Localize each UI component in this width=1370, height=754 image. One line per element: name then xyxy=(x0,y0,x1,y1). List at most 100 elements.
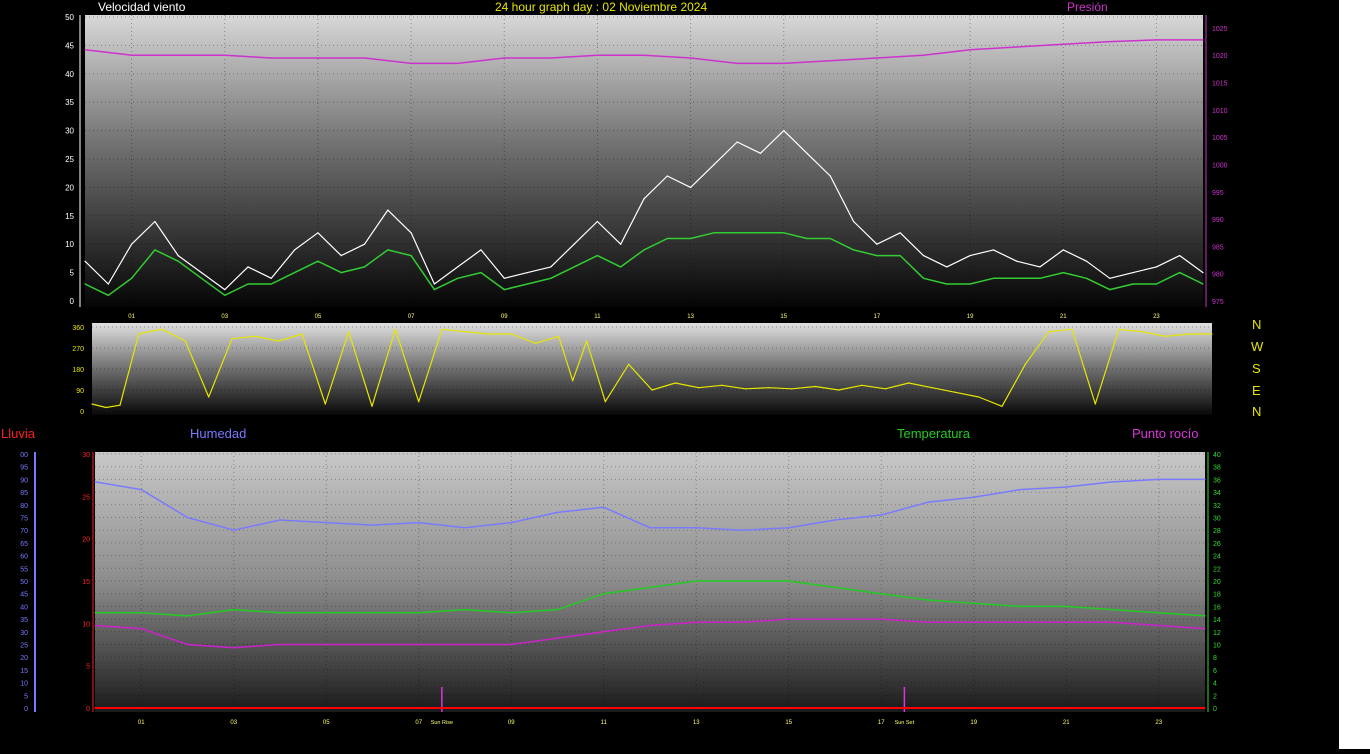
pressure-line-point xyxy=(643,54,645,56)
wind-direction-line-point xyxy=(931,387,933,389)
pressure-tick-label: 995 xyxy=(1212,190,1224,197)
wind-speed-line-point xyxy=(84,260,86,262)
wind-speed-line-point xyxy=(899,232,901,234)
wind-speed-line-point xyxy=(666,175,668,177)
pressure-tick-label: 1015 xyxy=(1212,81,1228,88)
dewpoint-title: Punto rocío xyxy=(1132,426,1199,441)
wind-direction-line-point xyxy=(698,387,700,389)
dewpoint-line-point xyxy=(926,621,929,623)
temperature-line-point xyxy=(834,586,836,589)
wind-direction-line-point xyxy=(278,340,280,342)
sunset-label: Sun Set xyxy=(895,720,915,726)
wind-hour-tick-label: 05 xyxy=(315,314,322,320)
wind-direction-line-point xyxy=(572,380,574,382)
pressure-line-point xyxy=(224,54,226,56)
pressure-tick-label: 990 xyxy=(1212,217,1224,224)
temperature-line-point xyxy=(1204,615,1206,617)
wind-speed-tick-label: 0 xyxy=(70,297,75,306)
wind-direction-line-point xyxy=(604,401,606,403)
wind-average-line-point xyxy=(969,283,971,285)
direction-tick-label: 0 xyxy=(80,409,84,416)
humidity-tick-label: 0 xyxy=(24,706,28,713)
wind-direction-line-point xyxy=(791,388,793,390)
wind-direction-line-point xyxy=(147,331,149,333)
wind-speed-tick-label: 15 xyxy=(65,212,74,221)
temperature-line-point xyxy=(880,593,882,595)
wind-direction-line-point xyxy=(208,396,210,398)
wind-speed-line-point xyxy=(294,249,296,251)
climate-hour-tick-label: 19 xyxy=(970,720,977,726)
temperature-tick-label: 30 xyxy=(1213,516,1221,523)
wind-direction-line-point xyxy=(1118,328,1120,330)
compass-label-e: E xyxy=(1252,383,1261,398)
wind-average-line-point xyxy=(270,283,272,285)
wind-speed-line-point xyxy=(1132,272,1134,274)
wind-average-line-point xyxy=(922,277,925,279)
wind-speed-line-point xyxy=(550,266,552,268)
wind-direction-line-point xyxy=(138,333,140,335)
dewpoint-line-point xyxy=(1111,621,1114,623)
wind-direction-line-point xyxy=(721,384,723,386)
temperature-tick-label: 12 xyxy=(1213,630,1221,637)
wind-average-line-point xyxy=(620,266,622,268)
humidity-tick-label: 95 xyxy=(20,465,28,472)
pressure-line-point xyxy=(317,57,319,59)
dewpoint-line-point xyxy=(1065,621,1067,623)
humidity-tick-label: 45 xyxy=(20,592,28,599)
wind-speed-line-point xyxy=(573,243,575,245)
temperature-tick-label: 6 xyxy=(1213,668,1217,675)
wind-direction-line-point xyxy=(861,384,863,386)
humidity-line-point xyxy=(418,522,420,524)
wind-average-line-point xyxy=(573,266,575,268)
temperature-line-point xyxy=(94,612,96,614)
temperature-tick-label: 14 xyxy=(1213,617,1221,624)
direction-tick-label: 270 xyxy=(72,346,84,353)
wind-speed-line-point xyxy=(200,272,203,274)
pressure-line-point xyxy=(1062,43,1064,45)
wind-speed-line-point xyxy=(853,220,855,223)
temperature-line-point xyxy=(464,609,466,611)
wind-speed-line-point xyxy=(806,152,808,154)
humidity-line-point xyxy=(233,529,235,531)
humidity-line-point xyxy=(1204,478,1206,480)
rain-line-point xyxy=(94,707,96,709)
climate-hour-tick-label: 13 xyxy=(693,720,700,726)
humidity-tick-label: 35 xyxy=(20,617,28,624)
panel-wind-background xyxy=(85,15,1203,307)
rain-tick-label: 0 xyxy=(86,706,90,713)
humidity-line-point xyxy=(325,522,327,524)
temperature-line-point xyxy=(233,609,235,611)
dewpoint-line-point xyxy=(464,643,466,646)
wind-direction-line-point xyxy=(1141,331,1143,333)
humidity-line-point xyxy=(695,527,697,529)
pressure-line-point xyxy=(410,62,412,64)
pressure-tick-label: 1000 xyxy=(1212,162,1228,169)
wind-hour-tick-label: 23 xyxy=(1153,314,1160,320)
temperature-tick-label: 0 xyxy=(1213,706,1217,713)
wind-average-line-point xyxy=(340,272,342,274)
rain-tick-label: 5 xyxy=(86,664,90,671)
wind-speed-line-point xyxy=(433,283,435,285)
pressure-line-point xyxy=(736,62,738,64)
wind-average-line-point xyxy=(806,237,808,240)
wind-speed-tick-label: 20 xyxy=(65,183,74,192)
wind-average-line-point xyxy=(1202,283,1204,285)
temperature-line-point xyxy=(741,580,744,582)
wind-average-line-point xyxy=(154,249,156,251)
pressure-line-point xyxy=(363,57,366,59)
wind-speed-line-point xyxy=(503,277,505,279)
wind-direction-line-point xyxy=(1071,328,1073,330)
humidity-line-point xyxy=(510,522,512,524)
dewpoint-line-point xyxy=(834,618,836,620)
temperature-tick-label: 4 xyxy=(1213,681,1217,688)
pressure-line-point xyxy=(829,60,831,62)
wind-direction-line-point xyxy=(184,340,186,342)
temperature-line-point xyxy=(418,612,420,614)
wind-speed-line-point xyxy=(946,266,948,268)
pressure-tick-label: 1020 xyxy=(1212,53,1228,60)
wind-hour-tick-label: 09 xyxy=(501,314,508,320)
temperature-line-point xyxy=(1065,605,1067,608)
humidity-line-point xyxy=(464,527,466,529)
rain-title: Lluvia xyxy=(1,426,35,441)
temperature-tick-label: 38 xyxy=(1213,465,1221,472)
